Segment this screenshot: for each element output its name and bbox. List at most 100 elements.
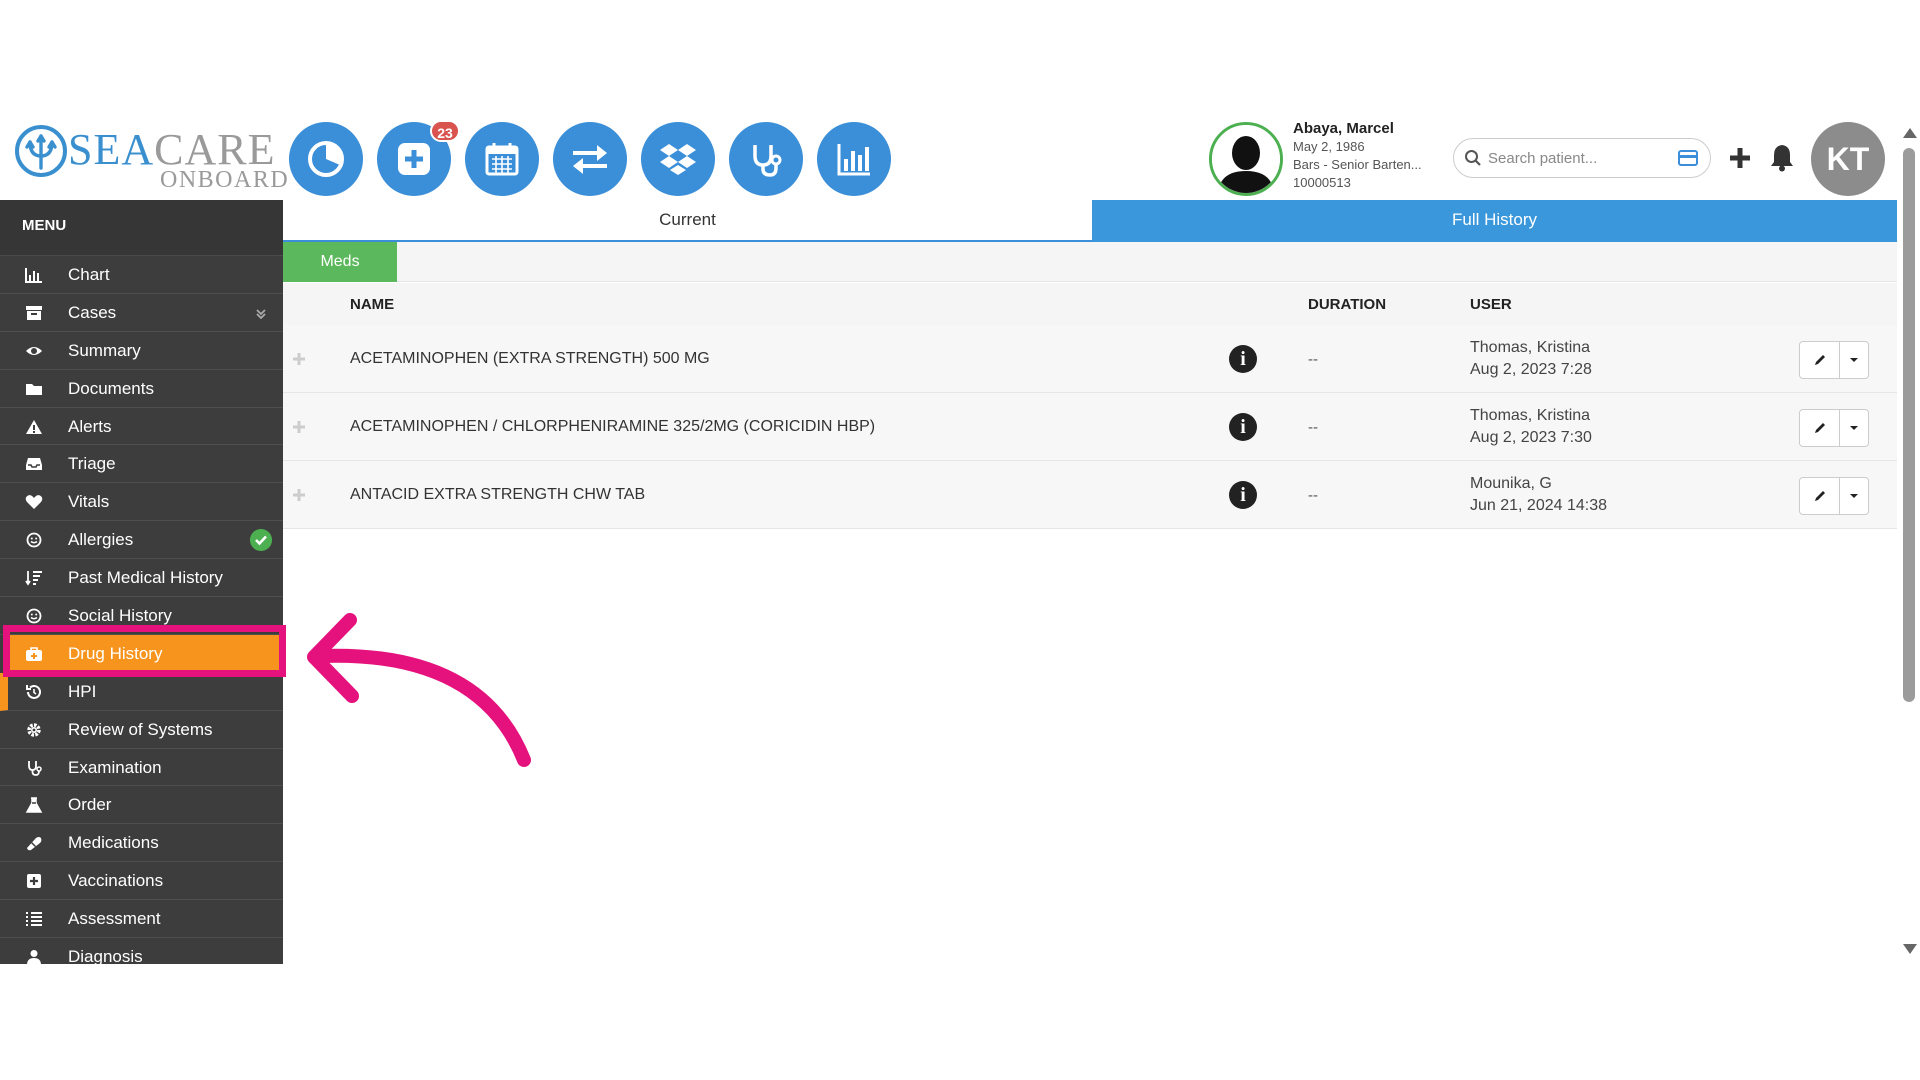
sidebar-item-order[interactable]: Order	[0, 786, 283, 825]
sidebar-item-assessment[interactable]: Assessment	[0, 900, 283, 939]
patient-silhouette-icon	[1212, 125, 1280, 193]
row-actions	[1799, 341, 1869, 379]
patient-search	[1453, 138, 1711, 178]
bar-chart-icon	[837, 144, 870, 176]
sidebar-item-label: Assessment	[68, 909, 161, 929]
tab-full-history[interactable]: Full History	[1092, 200, 1897, 242]
page-scrollbar[interactable]	[1898, 124, 1920, 960]
sidebar-item-label: Allergies	[68, 530, 134, 550]
user-avatar[interactable]: KT	[1811, 122, 1885, 196]
user-name: Thomas, Kristina	[1470, 407, 1591, 424]
sidebar-item-label: Chart	[68, 265, 110, 284]
caret-down-icon	[1850, 494, 1858, 498]
sidebar-item-label: Cases	[68, 302, 117, 322]
bell-icon[interactable]	[1768, 142, 1796, 172]
pointer-arrow-icon	[307, 613, 531, 767]
scroll-down-icon[interactable]	[1903, 944, 1917, 954]
user-name: Thomas, Kristina	[1470, 339, 1591, 356]
expand-plus-icon[interactable]	[291, 419, 307, 435]
caret-down-icon	[1850, 426, 1858, 430]
sidebar-item-review-of-systems[interactable]: Review of Systems	[0, 711, 283, 749]
expand-plus-icon[interactable]	[291, 351, 307, 367]
pencil-icon	[1814, 423, 1825, 433]
table-row[interactable]: ACETAMINOPHEN / CHLORPHENIRAMINE 325/2MG…	[283, 393, 1897, 461]
stethoscope-icon	[28, 760, 42, 776]
sidebar-item-label: Medications	[68, 833, 159, 853]
sidebar-item-allergies[interactable]: Allergies	[0, 521, 283, 560]
patient-avatar[interactable]	[1209, 122, 1283, 196]
dropbox-button[interactable]	[641, 122, 715, 196]
user-name: Mounika, G	[1470, 475, 1552, 492]
sidebar-item-chart[interactable]: Chart	[0, 256, 283, 294]
sidebar-item-label: HPI	[68, 681, 97, 701]
sidebar-item-past-medical-history[interactable]: Past Medical History	[0, 559, 283, 598]
drug-duration: --	[1308, 351, 1318, 368]
archive-icon	[26, 305, 42, 320]
cog-icon	[27, 722, 41, 737]
scroll-up-icon[interactable]	[1903, 128, 1917, 138]
entry-date: Aug 2, 2023 7:28	[1470, 361, 1592, 378]
transfer-button[interactable]	[553, 122, 627, 196]
trident-logo-icon	[15, 125, 67, 177]
sidebar-item-alerts[interactable]: Alerts	[0, 408, 283, 446]
edit-button[interactable]	[1800, 342, 1840, 378]
examination-button[interactable]	[729, 122, 803, 196]
info-icon[interactable]: i	[1229, 481, 1257, 509]
edit-button[interactable]	[1800, 410, 1840, 446]
scroll-thumb[interactable]	[1903, 148, 1915, 702]
sidebar-item-social-history[interactable]: Social History	[0, 597, 283, 635]
sidebar-item-medications[interactable]: Medications	[0, 824, 283, 863]
new-case-button[interactable]: 23	[377, 120, 460, 196]
sidebar-item-documents[interactable]: Documents	[0, 370, 283, 408]
dropbox-icon	[660, 144, 696, 175]
drug-user-cell: Mounika, G Jun 21, 2024 14:38	[1470, 473, 1607, 517]
entry-date: Jun 21, 2024 14:38	[1470, 497, 1608, 514]
chevron-double-down-icon	[256, 309, 266, 320]
dropdown-button[interactable]	[1840, 410, 1868, 446]
table-row[interactable]: ACETAMINOPHEN (EXTRA STRENGTH) 500 MG i …	[283, 325, 1897, 393]
drug-user-cell: Thomas, Kristina Aug 2, 2023 7:28	[1470, 337, 1592, 381]
sidebar-item-hpi[interactable]: HPI	[0, 672, 283, 711]
sidebar-item-vitals[interactable]: Vitals	[0, 483, 283, 522]
sidebar-item-label: Order	[68, 795, 112, 815]
info-icon[interactable]: i	[1229, 345, 1257, 373]
id-card-icon[interactable]	[1678, 150, 1698, 166]
header-name: NAME	[350, 296, 395, 313]
medkit-icon	[26, 647, 42, 661]
sidebar-item-examination[interactable]: Examination	[0, 749, 283, 787]
tab-meds[interactable]: Meds	[283, 242, 397, 282]
expand-plus-icon[interactable]	[291, 487, 307, 503]
eye-icon	[26, 346, 42, 355]
edit-button[interactable]	[1800, 478, 1840, 514]
sidebar-item-label: Documents	[68, 378, 154, 398]
calendar-button[interactable]	[465, 122, 539, 196]
table-row[interactable]: ANTACID EXTRA STRENGTH CHW TAB i -- Moun…	[283, 461, 1897, 529]
smiley-icon	[26, 532, 42, 548]
info-icon[interactable]: i	[1229, 413, 1257, 441]
caret-down-icon	[1850, 358, 1858, 362]
pencil-icon	[1814, 355, 1825, 365]
drug-duration: --	[1308, 419, 1318, 436]
dashboard-button[interactable]	[289, 122, 363, 196]
reports-button[interactable]	[817, 122, 891, 196]
warning-icon	[26, 419, 42, 434]
sidebar-item-cases[interactable]: Cases	[0, 294, 283, 332]
sidebar-item-drug-history[interactable]: Drug History	[8, 634, 283, 673]
dropdown-button[interactable]	[1840, 478, 1868, 514]
search-input[interactable]	[1488, 145, 1668, 171]
stethoscope-icon	[753, 145, 782, 177]
tab-current[interactable]: Current	[283, 200, 1092, 242]
sidebar-item-summary[interactable]: Summary	[0, 332, 283, 370]
smiley-icon	[26, 608, 42, 624]
sidebar-item-vaccinations[interactable]: Vaccinations	[0, 862, 283, 901]
medical-plus-icon	[398, 143, 430, 175]
seacare-logo[interactable]: SEACARE ONBOARD	[14, 124, 288, 192]
add-icon[interactable]	[1726, 144, 1754, 172]
inbox-icon	[26, 458, 42, 471]
sidebar-item-triage[interactable]: Triage	[0, 445, 283, 484]
sort-icon	[25, 571, 42, 586]
dropdown-button[interactable]	[1840, 342, 1868, 378]
patient-info[interactable]: Abaya, Marcel May 2, 1986 Bars - Senior …	[1293, 120, 1443, 192]
pill-icon	[27, 837, 42, 851]
sidebar-item-diagnosis[interactable]: Diagnosis	[0, 938, 283, 964]
